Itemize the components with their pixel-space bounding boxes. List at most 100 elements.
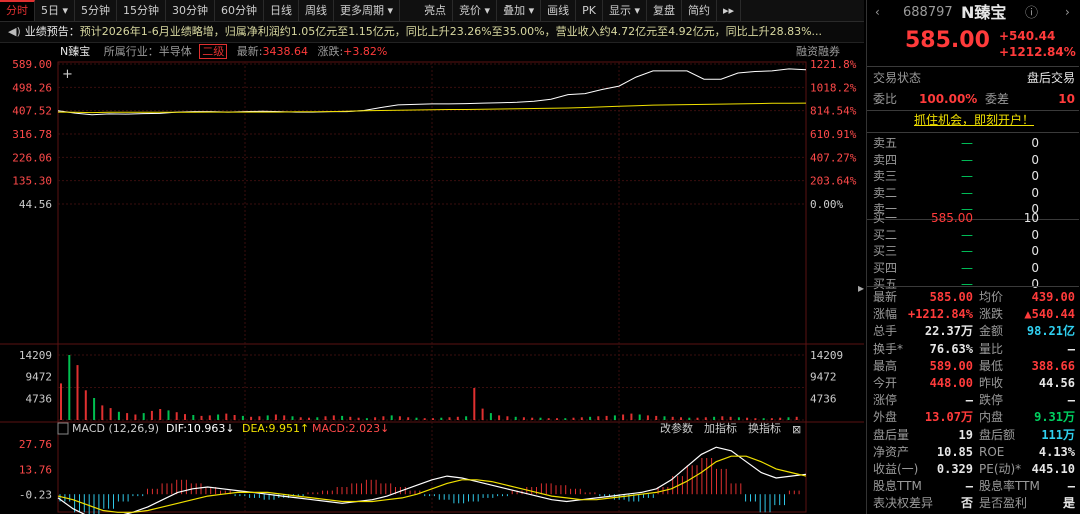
bid-level[interactable]: 买三 — 0 (873, 243, 1075, 259)
volume-bar (192, 415, 195, 420)
volume-axis-right-tick: 14209 (810, 349, 843, 362)
stat-value: 98.21亿 (1026, 324, 1075, 339)
period-tab-8[interactable]: 更多周期 ▾ (334, 0, 401, 21)
ask-level[interactable]: 卖五 — 0 (873, 135, 1075, 151)
dif-value: DIF:10.963↓ (166, 422, 235, 435)
macd-collapse-icon[interactable] (57, 422, 69, 435)
volume-bar (646, 415, 649, 420)
chevron-right-icon[interactable]: › (1065, 4, 1070, 21)
tool-button-1[interactable]: 竞价 ▾ (453, 0, 498, 21)
stat-value: 22.37万 (924, 324, 973, 339)
volume-bar (655, 415, 658, 420)
ask-level[interactable]: 卖二 — 0 (873, 185, 1075, 201)
volume-bar (638, 414, 641, 420)
dea-value: DEA:9.951↑ (242, 422, 309, 435)
volume-bar (713, 416, 716, 420)
earnings-notice-ticker[interactable]: ◀) 业绩预告：预计2026年1-6月业绩略增，归属净利润约1.05亿元至1.15… (0, 22, 864, 43)
stat-label: 股息TTM (873, 479, 922, 494)
pct-axis-tick: 814.54% (810, 105, 857, 118)
tool-button-4[interactable]: PK (576, 0, 603, 21)
ask-level[interactable]: 卖四 — 0 (873, 152, 1075, 168)
adjust-params-button[interactable]: 改参数 (660, 421, 693, 435)
period-tab-0[interactable]: 分时 (0, 0, 35, 21)
info-icon[interactable]: ⓘ (1025, 5, 1038, 22)
volume-bar (208, 415, 211, 420)
bid-level-label: 买二 (873, 227, 898, 242)
order-ratio-value: 100.00% (919, 92, 978, 106)
chevron-left-icon[interactable]: ‹ (875, 4, 880, 21)
macd-title[interactable]: MACD (12,26,9) (72, 422, 159, 435)
trade-state-value: 盘后交易 (1026, 71, 1075, 85)
open-account-banner[interactable]: 抓住机会，即刻开户！ (873, 112, 1075, 129)
switch-indicator-button[interactable]: 换指标 (748, 421, 781, 435)
volume-bar (613, 415, 616, 420)
stat-value: 10.85 (936, 444, 973, 459)
period-tab-5[interactable]: 60分钟 (215, 0, 265, 21)
period-tab-4[interactable]: 30分钟 (166, 0, 216, 21)
volume-bar (117, 411, 120, 420)
order-ratio-row: 委比 100.00% 委差 10 (873, 91, 1075, 108)
volume-bar (589, 416, 592, 420)
volume-bar (258, 416, 261, 420)
macd-value: MACD:2.023↓ (312, 422, 389, 435)
bid-level[interactable]: 买二 — 0 (873, 227, 1075, 243)
volume-bar (316, 417, 319, 420)
stat-label: 涨跌 (979, 307, 1004, 322)
notice-label: 业绩预告： (24, 25, 80, 38)
period-tab-6[interactable]: 日线 (264, 0, 300, 21)
volume-bar (754, 418, 757, 420)
volume-bar (498, 415, 501, 420)
volume-bar (423, 418, 426, 420)
add-indicator-button[interactable]: 加指标 (704, 421, 737, 435)
close-icon[interactable]: ⊠ (792, 423, 801, 436)
stat-row: 总手 22.37万 金额 98.21亿 (873, 323, 1075, 340)
bid-level-volume: 0 (1031, 227, 1039, 242)
volume-bar (407, 417, 410, 420)
tool-button-3[interactable]: 画线 (541, 0, 577, 21)
stat-value: 589.00 (929, 358, 973, 373)
open-account-link[interactable]: 抓住机会，即刻开户！ (914, 113, 1034, 127)
period-tab-3[interactable]: 15分钟 (117, 0, 167, 21)
stat-value: 388.66 (1031, 358, 1075, 373)
period-tab-2[interactable]: 5分钟 (75, 0, 118, 21)
bid-level-price: — (961, 227, 973, 242)
tool-button-6[interactable]: 复盘 (647, 0, 683, 21)
crosshair-plus-icon[interactable]: + (62, 67, 73, 82)
volume-bar (184, 414, 186, 420)
pct-axis-tick: 0.00% (810, 198, 843, 211)
volume-bar (126, 413, 129, 420)
tool-button-0[interactable]: 亮点 (418, 0, 454, 21)
stat-label: 量比 (979, 341, 1004, 356)
volume-bar (109, 408, 112, 420)
volume-bar (522, 417, 525, 420)
tool-button-5[interactable]: 显示 ▾ (603, 0, 648, 21)
volume-bar (564, 418, 567, 420)
panel-toggle-icon[interactable]: ▸ (858, 281, 864, 295)
macd-axis-tick: 27.76 (19, 438, 52, 451)
volume-bar (547, 418, 550, 420)
trade-state-row: 交易状态 盘后交易 (873, 70, 1075, 87)
stat-value: ▲540.44 (1024, 307, 1075, 322)
period-toolbar: 分时 5日 ▾ 5分钟 15分钟 30分钟 60分钟 日线 周线 更多周期 ▾ 亮点 竞价 ▾ 叠加… (0, 0, 864, 22)
period-tab-1[interactable]: 5日 ▾ (35, 0, 76, 21)
stat-row: 换手* 76.63% 量比 — (873, 341, 1075, 358)
volume-bar (597, 416, 600, 420)
tool-button-2[interactable]: 叠加 ▾ (497, 0, 542, 21)
volume-bar (729, 416, 732, 420)
intraday-chart-area[interactable]: 589.00 498.26 407.52 316.78 226.06 135.30 44.5… (0, 44, 864, 514)
bid-level-price: — (961, 260, 973, 275)
bid-level[interactable]: 买一 585.00 10 (873, 210, 1075, 226)
bid-level[interactable]: 买四 — 0 (873, 260, 1075, 276)
stock-code: 688797 (903, 5, 953, 20)
ask-level-price: — (961, 169, 973, 183)
tool-buttons: 亮点 竞价 ▾ 叠加 ▾ 画线 PK 显示 ▾ 复盘 简约 ▸▸ (418, 0, 742, 21)
volume-axis-right-tick: 4736 (810, 392, 837, 405)
ask-level-price: — (961, 152, 973, 167)
tool-button-7[interactable]: 简约 (682, 0, 718, 21)
ask-level[interactable]: 卖三 — 0 (873, 168, 1075, 184)
bid-level-label: 买四 (873, 260, 898, 275)
price-change: +540.44 (999, 29, 1056, 43)
period-tab-7[interactable]: 周线 (299, 0, 335, 21)
tool-button-8[interactable]: ▸▸ (717, 0, 742, 21)
bid-level-label: 买一 (873, 211, 898, 225)
